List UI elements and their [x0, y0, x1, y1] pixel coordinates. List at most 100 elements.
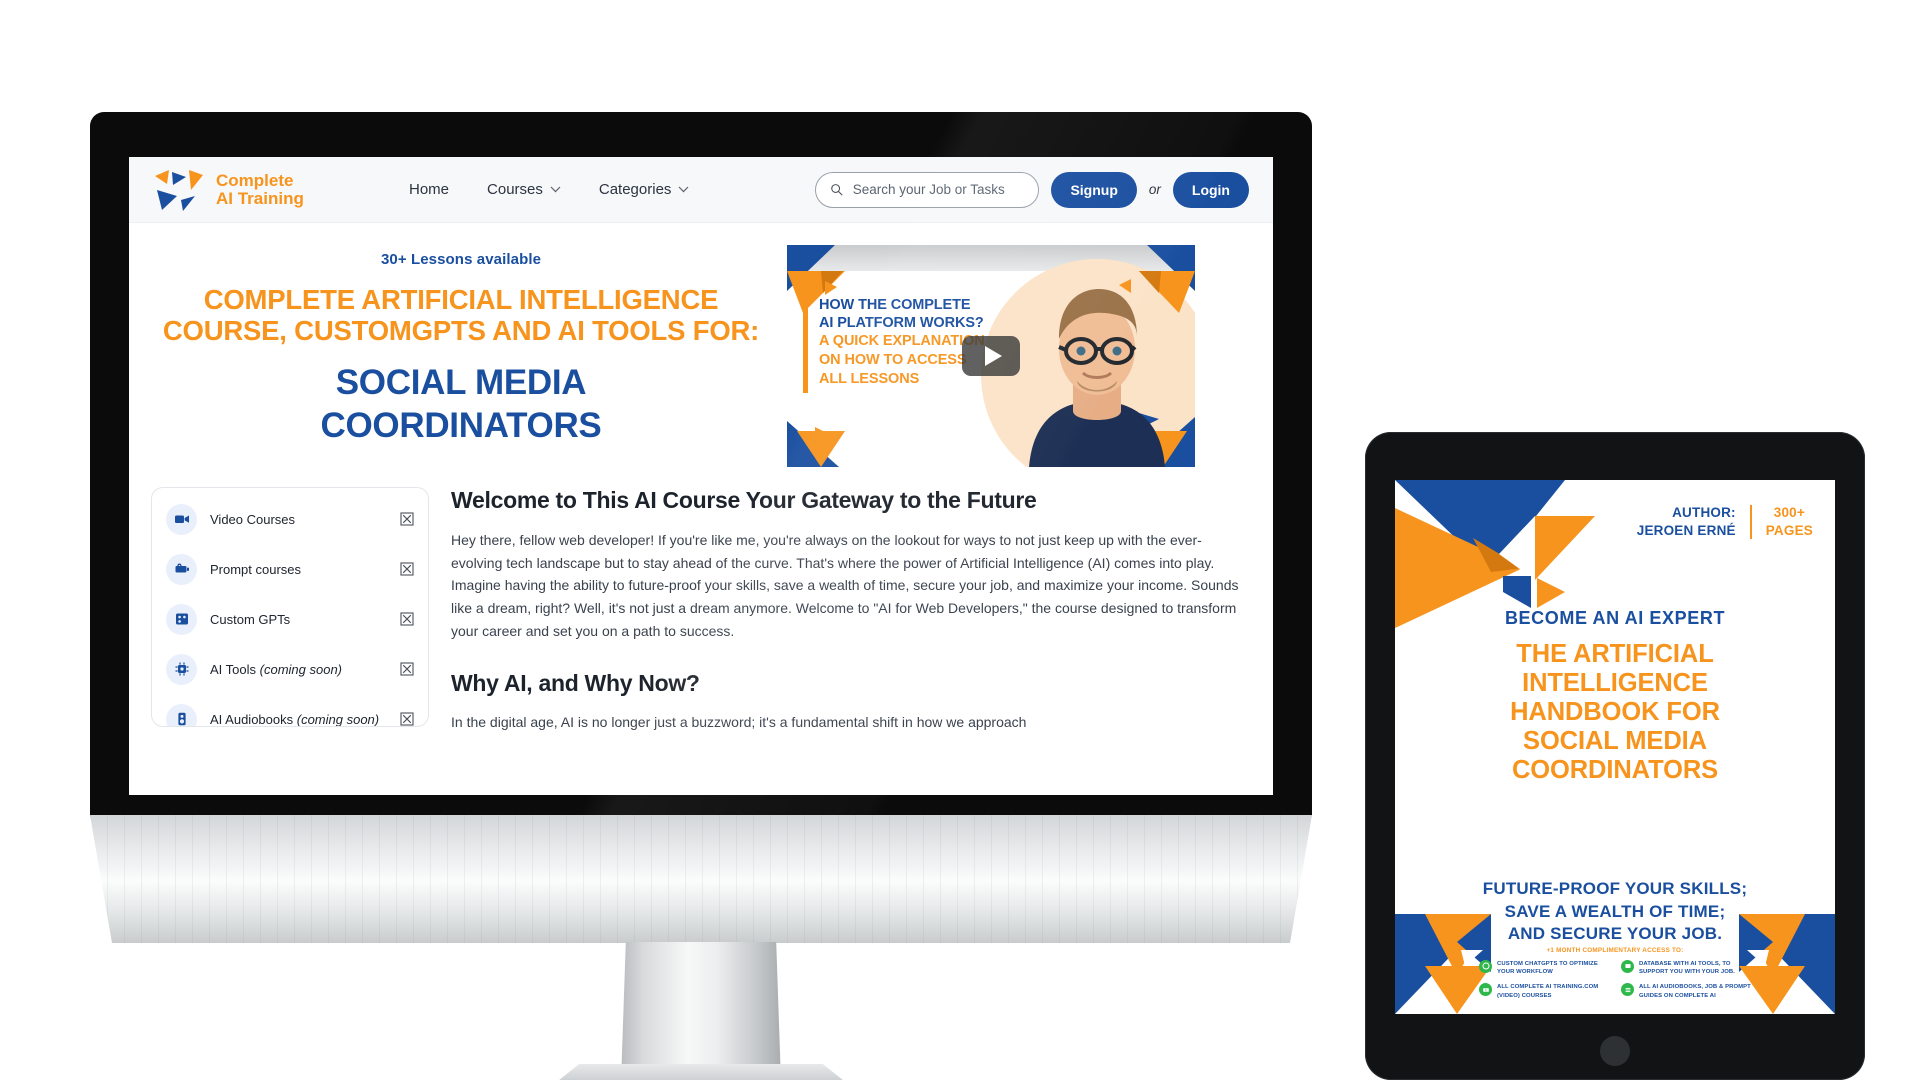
video-caption-blue-line2: AI PLATFORM WORKS?: [819, 314, 984, 331]
chip-icon: [166, 653, 197, 685]
nav-item-courses-label: Courses: [487, 181, 543, 198]
course-description: Welcome to This AI Course Your Gateway t…: [451, 487, 1251, 734]
brand-name: Complete AI Training: [216, 170, 304, 208]
hero-section: 30+ Lessons available COMPLETE ARTIFICIA…: [129, 223, 1273, 467]
sidebar-item-label: Custom GPTs: [210, 611, 291, 627]
brand-logo[interactable]: Complete AI Training: [153, 166, 383, 214]
book-cover: AUTHOR: JEROEN ERNÉ 300+ PAGES BECOME AN…: [1395, 480, 1835, 1014]
search-box[interactable]: [815, 171, 1040, 208]
course-body: Video Courses Prompt courses Custom GPTs…: [129, 467, 1273, 734]
chevron-down-icon: [550, 186, 561, 193]
tablet-screen: AUTHOR: JEROEN ERNÉ 300+ PAGES BECOME AN…: [1395, 480, 1835, 1014]
cover-bonus-heading: +1 MONTH COMPLIMENTARY ACCESS TO:: [1546, 946, 1684, 954]
sidebar-item-ai-tools[interactable]: AI Tools (coming soon): [152, 644, 428, 694]
or-separator-label: or: [1148, 182, 1161, 197]
sidebar-item-title: AI Audiobooks: [210, 711, 294, 727]
cover-title-line3: HANDBOOK FOR: [1510, 698, 1720, 727]
video-caption-orange-line1: A QUICK EXPLANATION: [819, 333, 985, 350]
sidebar-item-ai-audiobooks[interactable]: AI Audiobooks (coming soon): [152, 694, 428, 727]
sidebar-item-video-courses[interactable]: Video Courses: [152, 494, 428, 544]
close-box-icon[interactable]: [400, 712, 414, 726]
video-caption-blue-line1: HOW THE COMPLETE: [819, 297, 971, 313]
monitor-chin-texture: [90, 815, 1312, 943]
tablet-home-button[interactable]: [1600, 1036, 1630, 1066]
cover-pages-label: PAGES: [1765, 522, 1813, 538]
sidebar-item-label: AI Audiobooks (coming soon): [210, 712, 387, 727]
database-icon: [1621, 959, 1634, 973]
search-input[interactable]: [852, 182, 1025, 197]
video-camera-icon: [166, 503, 197, 535]
nav-item-home-label: Home: [409, 181, 450, 198]
cover-bonus-item: ALL COMPLETE AI TRAINING.COM (VIDEO) COU…: [1479, 983, 1609, 1000]
search-icon: [831, 184, 843, 196]
grid-dots-icon: [166, 603, 197, 635]
monitor-bezel: Complete AI Training Home Courses Catego…: [90, 112, 1312, 817]
sidebar-item-note: (coming soon): [259, 661, 343, 677]
cover-author-name: JEROEN ERNÉ: [1636, 522, 1736, 538]
cover-title-line1: THE ARTIFICIAL: [1516, 640, 1714, 668]
tablet-bezel: AUTHOR: JEROEN ERNÉ 300+ PAGES BECOME AN…: [1365, 432, 1865, 1080]
cover-pages-count: 300+: [1773, 505, 1805, 520]
website-page: Complete AI Training Home Courses Catego…: [129, 157, 1273, 795]
sidebar-item-label: Video Courses: [210, 511, 296, 527]
close-box-icon[interactable]: [400, 662, 414, 676]
intro-video-thumbnail[interactable]: HOW THE COMPLETE AI PLATFORM WORKS? A QU…: [787, 245, 1195, 467]
video-icon: [1479, 983, 1492, 997]
play-triangle-icon: [984, 346, 1002, 366]
monitor-stand-column: [621, 942, 781, 1080]
login-button[interactable]: Login: [1172, 171, 1249, 208]
close-box-icon[interactable]: [400, 612, 414, 626]
cover-bonus-grid: CUSTOM CHATGPTS TO OPTIMIZE YOUR WORKFLO…: [1479, 959, 1751, 1001]
cover-bonus-text: CUSTOM CHATGPTS TO OPTIMIZE YOUR WORKFLO…: [1497, 960, 1598, 975]
play-button[interactable]: [962, 336, 1020, 376]
hero-eyebrow: 30+ Lessons available: [380, 251, 542, 268]
content-heading-2: Why AI, and Why Now?: [451, 670, 700, 697]
desktop-monitor-mockup: Complete AI Training Home Courses Catego…: [90, 112, 1312, 1080]
chevron-down-icon: [678, 186, 689, 193]
cover-bonus-text: ALL COMPLETE AI TRAINING.COM (VIDEO) COU…: [1497, 984, 1599, 999]
cover-bonus-item: DATABASE WITH AI TOOLS, TO SUPPORT YOU W…: [1621, 959, 1751, 977]
hero-title-blue: SOCIAL MEDIA COORDINATORS: [151, 361, 771, 449]
cover-bonus-block: +1 MONTH COMPLIMENTARY ACCESS TO: CUSTOM…: [1479, 947, 1751, 1001]
cover-author-block: AUTHOR: JEROEN ERNÉ 300+ PAGES: [1637, 504, 1813, 540]
cover-tagline-line1: FUTURE-PROOF YOUR SKILLS;: [1482, 879, 1748, 898]
nav-item-categories[interactable]: Categories: [599, 181, 690, 198]
cover-pages-badge: 300+ PAGES: [1766, 504, 1813, 540]
prompt-icon: [166, 553, 197, 585]
speaker-icon: [166, 703, 197, 726]
close-box-icon[interactable]: [400, 562, 414, 576]
brand-line-1: Complete: [216, 170, 294, 190]
nav-item-courses[interactable]: Courses: [487, 181, 561, 198]
content-heading-1: Welcome to This AI Course Your Gateway t…: [451, 487, 1037, 513]
hero-title-orange: COMPLETE ARTIFICIAL INTELLIGENCE COURSE,…: [162, 284, 760, 347]
signup-button[interactable]: Signup: [1051, 171, 1137, 208]
nav-item-categories-label: Categories: [598, 181, 672, 198]
cover-title-line5: COORDINATORS: [1511, 756, 1719, 785]
course-contents-sidebar: Video Courses Prompt courses Custom GPTs…: [151, 487, 429, 727]
nav-item-home[interactable]: Home: [409, 181, 449, 198]
cover-author-label: AUTHOR:: [1672, 505, 1736, 520]
cover-title-line4: SOCIAL MEDIA: [1523, 727, 1707, 756]
cover-kicker: BECOME AN AI EXPERT: [1504, 608, 1726, 628]
screenshot-stage: Complete AI Training Home Courses Catego…: [0, 0, 1920, 1080]
cover-title-line2: INTELLIGENCE: [1522, 669, 1708, 698]
monitor-stand-foot: [556, 1064, 846, 1080]
video-caption-orange-line2: ON HOW TO ACCESS: [819, 352, 967, 369]
site-navbar: Complete AI Training Home Courses Catego…: [129, 157, 1273, 223]
sidebar-item-custom-gpts[interactable]: Custom GPTs: [152, 594, 428, 644]
hero-title-blue-line1: SOCIAL MEDIA: [335, 362, 587, 402]
sidebar-item-label: Prompt courses: [210, 561, 302, 577]
brand-line-2: AI Training: [216, 188, 304, 208]
cover-title-block: BECOME AN AI EXPERT THE ARTIFICIAL INTEL…: [1395, 608, 1835, 785]
presenter-photo: [1029, 289, 1165, 467]
content-paragraph-2: In the digital age, AI is no longer just…: [451, 714, 1027, 731]
sidebar-item-prompt-courses[interactable]: Prompt courses: [152, 544, 428, 594]
tablet-mockup: AUTHOR: JEROEN ERNÉ 300+ PAGES BECOME AN…: [1365, 432, 1865, 1080]
sidebar-item-label: AI Tools (coming soon): [210, 662, 387, 677]
video-caption: HOW THE COMPLETE AI PLATFORM WORKS? A QU…: [819, 297, 985, 388]
close-box-icon[interactable]: [400, 512, 414, 526]
cover-author-text: AUTHOR: JEROEN ERNÉ: [1637, 504, 1736, 540]
list-icon: [1621, 983, 1634, 997]
content-paragraph-1: Hey there, fellow web developer! If you'…: [451, 532, 1239, 639]
chatgpt-icon: [1479, 959, 1492, 973]
